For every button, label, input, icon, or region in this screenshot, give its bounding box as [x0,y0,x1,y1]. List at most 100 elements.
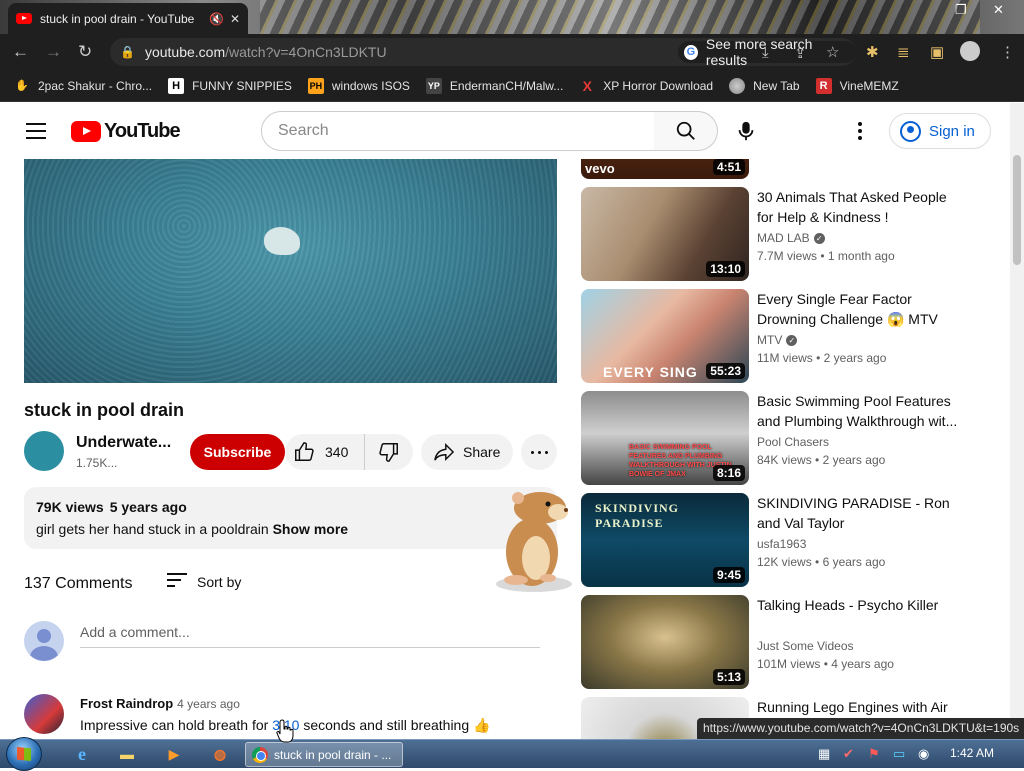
x-logo-icon: X [582,77,592,94]
recommendation-channel[interactable]: usfa1963 [757,537,806,551]
more-actions-button[interactable] [521,434,557,470]
comments-count: 137 Comments [24,575,133,592]
sign-in-button[interactable]: Sign in [889,113,991,149]
side-panel-icon[interactable]: ▣ [930,43,944,61]
recommendation-3[interactable]: BASIC SWIMMING POOL FEATURES AND PLUMBIN… [581,391,961,485]
recommendation-1[interactable]: 13:10 30 Animals That Asked People for H… [581,187,961,281]
youtube-logo[interactable]: YouTube [71,120,181,143]
voice-search-button[interactable] [728,113,764,149]
recommendation-title[interactable]: Basic Swimming Pool Features and Plumbin… [757,391,961,431]
channel-avatar[interactable] [24,431,64,471]
description-box[interactable]: 79K views 5 years ago girl gets her hand … [24,487,557,549]
search-input[interactable]: Search [261,111,655,151]
bookmark-6[interactable]: R VineMEMZ [815,77,899,94]
comment-author[interactable]: Frost Raindrop 4 years ago [80,696,240,711]
hamster-desktop-pet[interactable] [488,488,576,594]
channel-name[interactable]: Underwate... [76,434,171,452]
bookmark-5[interactable]: New Tab [729,77,800,94]
tray-check-icon[interactable]: ✔ [843,746,854,762]
bookmark-0[interactable]: ✋ 2pac Shakur - Chro... [14,78,152,94]
browser-menu-kebab-icon[interactable]: ⋮ [1000,43,1015,61]
search-icon [676,121,695,140]
reload-icon[interactable]: ↻ [78,42,92,62]
profile-avatar-icon[interactable] [960,41,980,61]
recommendation-channel[interactable]: Pool Chasers [757,435,829,449]
recommendation-title[interactable]: Running Lego Engines with Air [757,697,961,717]
tray-app-icon[interactable]: ▦ [818,746,830,762]
back-arrow-icon[interactable]: ← [12,42,29,62]
search-button[interactable] [654,111,718,151]
comment-author-avatar[interactable] [24,694,64,734]
internet-explorer-icon[interactable]: e [70,743,94,765]
video-duration: 5:13 [712,669,745,685]
folder-icon[interactable]: ▬ [115,743,139,765]
bookmark-3[interactable]: YP EndermanCH/Malw... [425,77,563,94]
app-icon[interactable]: ◍ [208,743,232,765]
recommendation-meta: 7.7M views • 1 month ago [757,249,895,263]
media-queue-icon[interactable]: ≣ [897,43,910,61]
recommendation-title[interactable]: Every Single Fear Factor Drowning Challe… [757,289,961,329]
restore-window-icon[interactable]: ❐ [955,2,967,18]
recommendation-0[interactable]: vevo 4:51 [581,159,961,179]
scrollbar-thumb[interactable] [1013,155,1021,265]
tray-volume-icon[interactable]: ◉ [918,746,929,762]
recommendation-thumbnail[interactable]: vevo 4:51 [581,159,749,179]
recommendation-title[interactable]: Talking Heads - Psycho Killer [757,595,961,615]
show-more-link[interactable]: Show more [273,521,348,537]
start-button-icon[interactable] [6,737,42,771]
recommendation-title[interactable]: 30 Animals That Asked People for Help & … [757,187,961,227]
recommendation-thumbnail[interactable]: BASIC SWIMMING POOL FEATURES AND PLUMBIN… [581,391,749,485]
dislike-button[interactable] [365,441,413,463]
share-button[interactable]: Share [421,434,513,470]
recommendation-channel[interactable]: MTV ✓ [757,333,798,347]
browser-toolbar: ← → ↻ 🔒 youtube.com/watch?v=4OnCn3LDKTU … [0,34,1024,70]
recommendation-2[interactable]: EVERY SING 55:23 Every Single Fear Facto… [581,289,961,383]
taskbar-chrome-window[interactable]: stuck in pool drain - ... [245,742,403,767]
add-comment-input[interactable]: Add a comment... [80,622,540,648]
thumbs-up-icon [295,442,314,461]
tray-network-icon[interactable]: ▭ [893,746,905,762]
browser-tab-active[interactable]: stuck in pool drain - YouTube 🔇 ✕ [8,3,248,34]
youtube-favicon-icon [16,13,32,24]
recommendation-thumbnail[interactable]: 5:13 [581,595,749,689]
recommendation-channel[interactable]: Just Some Videos [757,639,854,653]
bookmark-2[interactable]: PH windows ISOS [307,77,410,94]
thumbnail-overlay-text: EVERY SING [603,364,698,380]
bookmark-1[interactable]: H FUNNY SNIPPIES [168,77,292,94]
install-app-icon[interactable]: ⤓ [762,44,769,61]
tray-flag-icon[interactable]: ⚑ [868,746,880,762]
channel-subscriber-count: 1.75K... [76,456,118,470]
url-text: youtube.com/watch?v=4OnCn3LDKTU [144,44,387,60]
subscribe-button[interactable]: Subscribe [190,434,285,470]
page-scrollbar[interactable] [1010,103,1024,739]
recommendation-5[interactable]: 5:13 Talking Heads - Psycho Killer Just … [581,595,961,689]
hand-icon: ✋ [15,80,29,92]
recommendation-title[interactable]: SKINDIVING PARADISE - Ron and Val Taylor [757,493,961,533]
recommendation-thumbnail[interactable]: 13:10 [581,187,749,281]
forward-arrow-icon[interactable]: → [45,42,62,62]
hamburger-menu-icon[interactable] [26,123,46,139]
media-player-icon[interactable]: ▶ [162,743,186,765]
mute-tab-icon[interactable]: 🔇 [209,12,224,26]
hand-cursor-icon [276,719,294,743]
share-page-icon[interactable]: ⇪ [794,44,807,62]
lock-icon: 🔒 [120,45,135,59]
google-icon: G [684,44,698,60]
close-tab-icon[interactable]: ✕ [230,12,240,26]
system-clock[interactable]: 1:42 AM [950,746,994,760]
recommendation-thumbnail[interactable]: SKINDIVING PARADISE 9:45 [581,493,749,587]
settings-kebab-icon[interactable] [850,119,870,143]
sort-comments-button[interactable]: Sort by [167,573,241,591]
bookmark-4[interactable]: X XP Horror Download [579,77,714,94]
close-window-icon[interactable]: ✕ [993,2,1004,18]
microphone-icon [738,121,754,141]
globe-icon [729,77,746,94]
recommendation-4[interactable]: SKINDIVING PARADISE 9:45 SKINDIVING PARA… [581,493,961,587]
address-bar[interactable]: 🔒 youtube.com/watch?v=4OnCn3LDKTU G See … [110,36,856,68]
extensions-puzzle-icon[interactable]: ✱ [866,43,879,61]
video-player[interactable] [24,159,557,383]
bookmark-star-icon[interactable]: ☆ [826,43,839,61]
recommendation-thumbnail[interactable]: EVERY SING 55:23 [581,289,749,383]
recommendation-channel[interactable]: MAD LAB ✓ [757,231,825,245]
like-button[interactable]: 340 [285,434,365,470]
